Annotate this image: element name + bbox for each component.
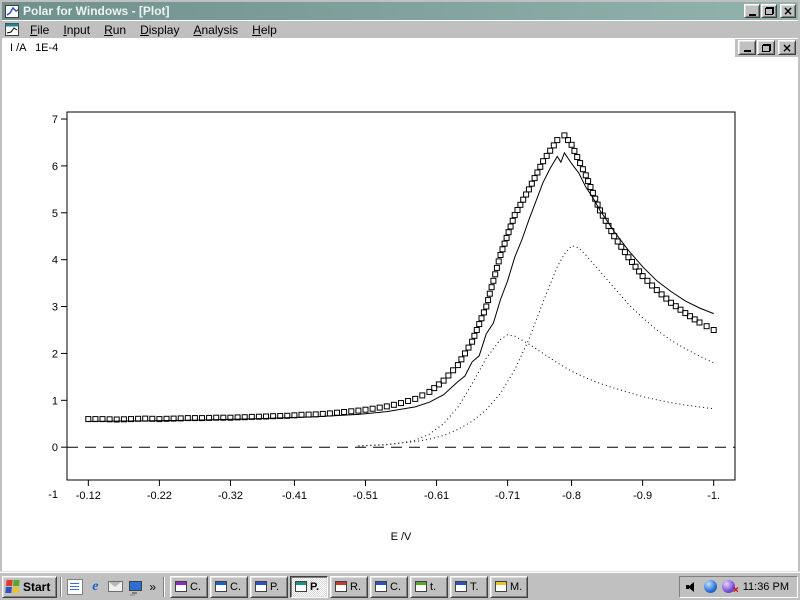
- menu-help[interactable]: Help: [245, 22, 284, 38]
- taskbar-button-label: M.: [510, 581, 522, 593]
- svg-text:7: 7: [52, 114, 58, 126]
- network-icon[interactable]: [704, 580, 717, 593]
- child-window-controls: ×: [735, 39, 798, 57]
- menu-file[interactable]: File: [23, 22, 56, 38]
- svg-text:-0.8: -0.8: [562, 490, 581, 502]
- app-window-icon: [175, 581, 187, 592]
- close-button[interactable]: ×: [780, 4, 796, 18]
- child-minimize-button[interactable]: [738, 40, 756, 55]
- taskbar-divider: [163, 577, 165, 597]
- svg-text:-1: -1: [48, 489, 58, 501]
- taskbar-buttons: C. C. P. P. R. C. t. T. M.: [168, 576, 528, 598]
- minimize-icon: [749, 14, 756, 16]
- child-close-button[interactable]: ×: [778, 40, 796, 55]
- svg-text:-0.41: -0.41: [282, 490, 307, 502]
- app-window-icon: [415, 581, 427, 592]
- minimize-button[interactable]: [744, 4, 760, 18]
- taskbar-button[interactable]: T.: [450, 576, 488, 598]
- svg-text:3: 3: [52, 302, 58, 314]
- app-window-icon: [335, 581, 347, 592]
- svg-text:4: 4: [52, 255, 58, 267]
- svg-text:6: 6: [52, 161, 58, 173]
- ie-icon[interactable]: e: [87, 579, 103, 595]
- svg-text:5: 5: [52, 208, 58, 220]
- ie-glyph: e: [92, 579, 98, 595]
- system-tray: × 11:36 PM: [679, 576, 798, 598]
- start-button-label: Start: [23, 580, 50, 594]
- show-desktop-icon[interactable]: [127, 579, 143, 595]
- svg-text:-0.22: -0.22: [147, 490, 172, 502]
- svg-text:1: 1: [52, 395, 58, 407]
- window-title: Polar for Windows - [Plot]: [23, 4, 743, 18]
- restore-button[interactable]: [761, 4, 777, 18]
- quick-launch-overflow-chevron[interactable]: »: [147, 580, 158, 594]
- svg-text:0: 0: [52, 442, 58, 454]
- windows-logo-icon: [5, 580, 19, 593]
- taskbar-button[interactable]: t.: [410, 576, 448, 598]
- menu-analysis[interactable]: Analysis: [186, 22, 245, 38]
- app-icon[interactable]: [5, 5, 19, 18]
- taskbar-button-label: P.: [310, 581, 319, 593]
- menu-bar: File Input Run Display Analysis Help: [2, 21, 798, 38]
- app-window-icon: [375, 581, 387, 592]
- taskbar-button[interactable]: P.: [250, 576, 288, 598]
- svg-text:-0.9: -0.9: [633, 490, 652, 502]
- svg-text:-0.12: -0.12: [76, 490, 101, 502]
- minimize-icon: [744, 50, 751, 52]
- taskbar-button-label: T.: [470, 581, 479, 593]
- taskbar: Start e » C. C. P. P. R. C. t. T. M. × 11:36 PM: [0, 572, 800, 600]
- start-button[interactable]: Start: [2, 576, 57, 598]
- taskbar-button-label: C.: [190, 581, 201, 593]
- svg-text:-0.71: -0.71: [495, 490, 520, 502]
- network-error-icon[interactable]: ×: [722, 580, 735, 593]
- restore-icon: [762, 44, 771, 52]
- taskbar-button[interactable]: R.: [330, 576, 368, 598]
- child-restore-button[interactable]: [757, 40, 775, 55]
- quick-launch-bar: e »: [65, 579, 160, 595]
- menu-input[interactable]: Input: [56, 22, 97, 38]
- svg-text:-1.: -1.: [707, 490, 720, 502]
- menu-display[interactable]: Display: [133, 22, 186, 38]
- tray-clock[interactable]: 11:36 PM: [743, 581, 789, 593]
- taskbar-button[interactable]: M.: [490, 576, 528, 598]
- notes-icon[interactable]: [67, 579, 83, 595]
- taskbar-button-label: C.: [390, 581, 401, 593]
- polarogram-plot-canvas: 7 6 5 4 3 2 1 0 -1 -0.12 -0.22 -0.32 -0.41 -0.51 -0.61…: [2, 58, 800, 574]
- app-window-icon: [455, 581, 467, 592]
- taskbar-button-label: C.: [230, 581, 241, 593]
- menu-run[interactable]: Run: [97, 22, 133, 38]
- restore-icon: [765, 7, 774, 15]
- taskbar-divider: [60, 577, 62, 597]
- taskbar-button[interactable]: C.: [170, 576, 208, 598]
- y-axis-caption: I /A 1E-4: [10, 42, 58, 54]
- close-icon: ×: [782, 43, 792, 53]
- taskbar-button[interactable]: C.: [210, 576, 248, 598]
- taskbar-button-label: P.: [270, 581, 279, 593]
- polar-application-window: Polar for Windows - [Plot] × File Input …: [0, 0, 800, 572]
- taskbar-button-label: R.: [350, 581, 361, 593]
- close-icon: ×: [783, 6, 793, 16]
- taskbar-button[interactable]: P.: [290, 576, 328, 598]
- svg-text:E /V: E /V: [391, 531, 412, 543]
- error-x-icon: ×: [733, 586, 739, 596]
- taskbar-button[interactable]: C.: [370, 576, 408, 598]
- app-window-icon: [295, 581, 307, 592]
- svg-text:-0.32: -0.32: [218, 490, 243, 502]
- mail-icon[interactable]: [107, 579, 123, 595]
- plot-document-icon[interactable]: [5, 23, 19, 36]
- title-bar[interactable]: Polar for Windows - [Plot] ×: [2, 2, 798, 20]
- taskbar-button-label: t.: [430, 581, 436, 593]
- mail-glyph: [108, 581, 123, 592]
- volume-icon[interactable]: [686, 581, 699, 593]
- svg-text:-0.61: -0.61: [424, 490, 449, 502]
- svg-text:-0.51: -0.51: [353, 490, 378, 502]
- app-window-icon: [255, 581, 267, 592]
- app-window-icon: [495, 581, 507, 592]
- svg-text:2: 2: [52, 348, 58, 360]
- app-window-icon: [215, 581, 227, 592]
